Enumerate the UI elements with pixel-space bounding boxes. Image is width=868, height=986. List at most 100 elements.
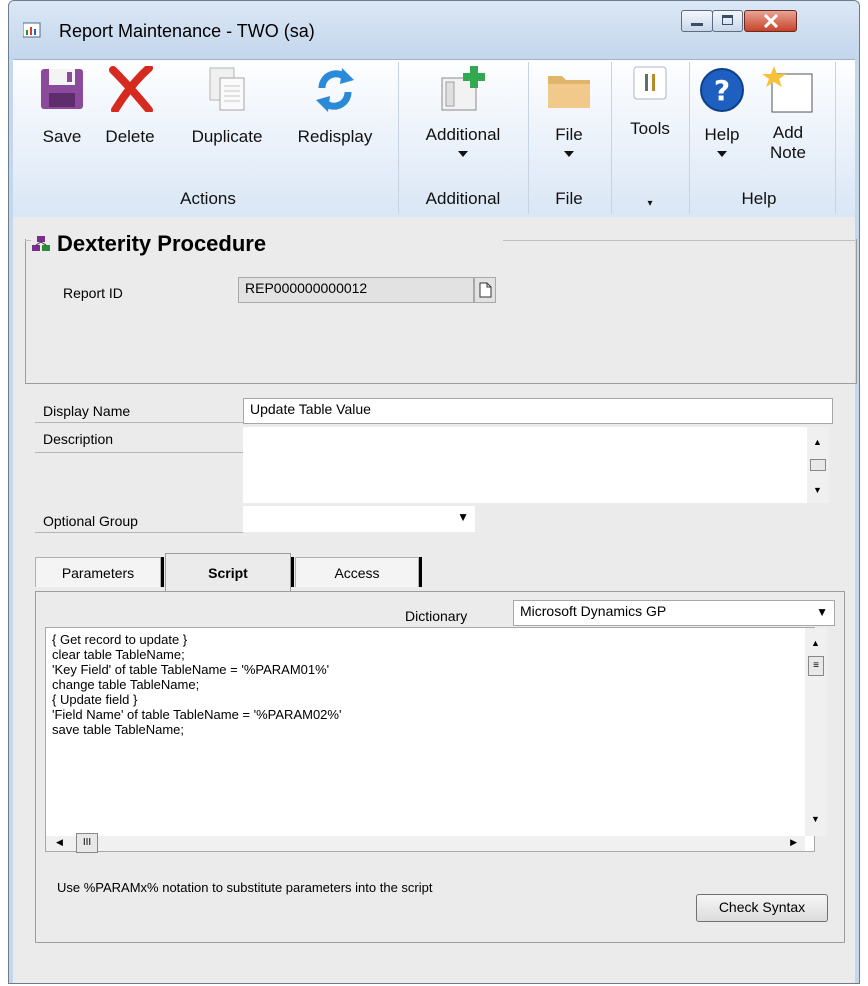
lookup-button[interactable] — [474, 277, 496, 303]
scroll-left-icon[interactable]: ◀ — [56, 837, 63, 848]
scroll-thumb[interactable]: ≡ — [808, 656, 824, 676]
scroll-down-icon[interactable]: ▼ — [811, 814, 820, 824]
help-icon: ? — [700, 68, 744, 112]
additional-button[interactable]: Additional — [411, 66, 515, 157]
ribbon-separator — [611, 62, 612, 214]
maximize-button[interactable] — [712, 10, 743, 32]
divider — [35, 452, 243, 453]
tools-label: Tools — [630, 119, 670, 138]
form-area: Dexterity Procedure Report ID REP0000000… — [13, 217, 857, 983]
tools-button[interactable]: Tools — [619, 66, 681, 139]
tab-access-label: Access — [334, 565, 380, 581]
description-label: Description — [43, 431, 114, 447]
section-title: Dexterity Procedure — [57, 231, 267, 256]
script-hint: Use %PARAMx% notation to substitute para… — [57, 880, 433, 895]
tab-script[interactable]: Script — [165, 553, 291, 591]
tab-divider — [419, 557, 422, 587]
delete-icon — [109, 64, 153, 114]
file-label: File — [555, 125, 583, 144]
add-note-button[interactable]: Add Note — [755, 66, 821, 163]
report-maintenance-window: Report Maintenance - TWO (sa) Save Delet… — [8, 0, 860, 984]
redisplay-label: Redisplay — [297, 127, 373, 146]
group-file: File — [555, 189, 583, 208]
chevron-down-icon — [564, 151, 574, 157]
help-label: Help — [704, 125, 740, 144]
procedure-panel — [25, 239, 857, 384]
add-note-label-2: Note — [770, 143, 806, 162]
group-additional: Additional — [425, 189, 501, 208]
duplicate-button[interactable]: Duplicate — [181, 66, 273, 147]
script-line: change table TableName; — [52, 677, 200, 692]
save-button[interactable]: Save — [37, 66, 87, 147]
scroll-thumb[interactable] — [810, 459, 826, 471]
report-id-field[interactable]: REP000000000012 — [238, 277, 474, 303]
ribbon-separator — [689, 62, 690, 214]
scroll-right-icon[interactable]: ▶ — [790, 837, 797, 848]
script-vertical-scrollbar[interactable]: ▲ ≡ ▼ — [805, 628, 827, 836]
script-line: { Get record to update } — [52, 632, 188, 647]
minimize-button[interactable] — [681, 10, 713, 32]
group-actions: Actions — [180, 189, 236, 208]
scroll-thumb[interactable]: III — [76, 833, 98, 853]
tab-parameters-label: Parameters — [61, 565, 135, 581]
help-button[interactable]: ? Help — [697, 66, 747, 157]
delete-button[interactable]: Delete — [99, 64, 161, 147]
script-line: 'Key Field' of table TableName = '%PARAM… — [52, 662, 330, 677]
delete-label: Delete — [105, 127, 155, 146]
tab-divider — [291, 557, 294, 587]
dropdown-arrow-icon: ▼ — [457, 510, 469, 524]
chevron-down-icon[interactable]: ▾ — [619, 198, 681, 209]
save-label: Save — [42, 127, 82, 146]
duplicate-icon — [209, 67, 245, 111]
optional-group-select[interactable]: ▼ — [243, 506, 475, 532]
ribbon-separator — [398, 62, 399, 214]
report-id-label: Report ID — [63, 285, 123, 301]
check-syntax-button[interactable]: Check Syntax — [696, 894, 828, 922]
script-horizontal-scrollbar[interactable]: ◀ III ▶ — [46, 833, 805, 853]
file-button[interactable]: File — [539, 66, 599, 157]
add-note-label-1: Add — [772, 123, 804, 142]
script-line: 'Field Name' of table TableName = '%PARA… — [52, 707, 342, 722]
app-icon — [23, 22, 41, 38]
script-line: clear table TableName; — [52, 647, 185, 662]
procedure-icon — [32, 236, 50, 251]
display-name-label: Display Name — [43, 403, 131, 419]
group-help: Help — [741, 189, 777, 208]
dictionary-select[interactable]: Microsoft Dynamics GP ▼ — [513, 600, 835, 626]
script-editor[interactable]: { Get record to update } clear table Tab… — [45, 627, 815, 852]
title-bar[interactable]: Report Maintenance - TWO (sa) — [9, 1, 859, 59]
ribbon-separator — [528, 62, 529, 214]
chevron-down-icon — [717, 151, 727, 157]
svg-text:?: ? — [714, 74, 730, 107]
scroll-down-icon[interactable]: ▼ — [813, 485, 822, 495]
chevron-down-icon — [458, 151, 468, 157]
note-icon — [762, 66, 813, 113]
optional-group-label: Optional Group — [43, 513, 138, 529]
display-name-input[interactable]: Update Table Value — [243, 398, 833, 424]
dictionary-label: Dictionary — [405, 608, 468, 624]
close-button[interactable] — [744, 10, 797, 32]
scroll-up-icon[interactable]: ▲ — [811, 638, 820, 648]
additional-label: Additional — [425, 125, 501, 144]
scroll-up-icon[interactable]: ▲ — [813, 437, 822, 447]
script-line: { Update field } — [52, 692, 138, 707]
window-title: Report Maintenance - TWO (sa) — [59, 21, 315, 41]
document-icon — [479, 282, 492, 298]
folder-icon — [548, 76, 590, 108]
description-input[interactable] — [243, 427, 807, 503]
description-scrollbar[interactable]: ▲ ▼ — [807, 427, 829, 503]
ribbon-separator — [835, 62, 836, 214]
close-icon — [763, 14, 779, 28]
ribbon: Save Delete Duplicate Redisplay Actions … — [13, 59, 855, 218]
divider — [35, 532, 243, 533]
additional-icon — [441, 66, 485, 111]
save-icon — [41, 69, 83, 109]
tools-icon — [633, 66, 667, 100]
tab-divider — [161, 557, 164, 587]
script-line: save table TableName; — [52, 722, 185, 737]
tab-parameters[interactable]: Parameters — [35, 557, 161, 587]
tab-script-label: Script — [208, 565, 248, 581]
tab-access[interactable]: Access — [295, 557, 419, 587]
redisplay-button[interactable]: Redisplay — [287, 66, 383, 147]
refresh-icon — [316, 68, 354, 112]
